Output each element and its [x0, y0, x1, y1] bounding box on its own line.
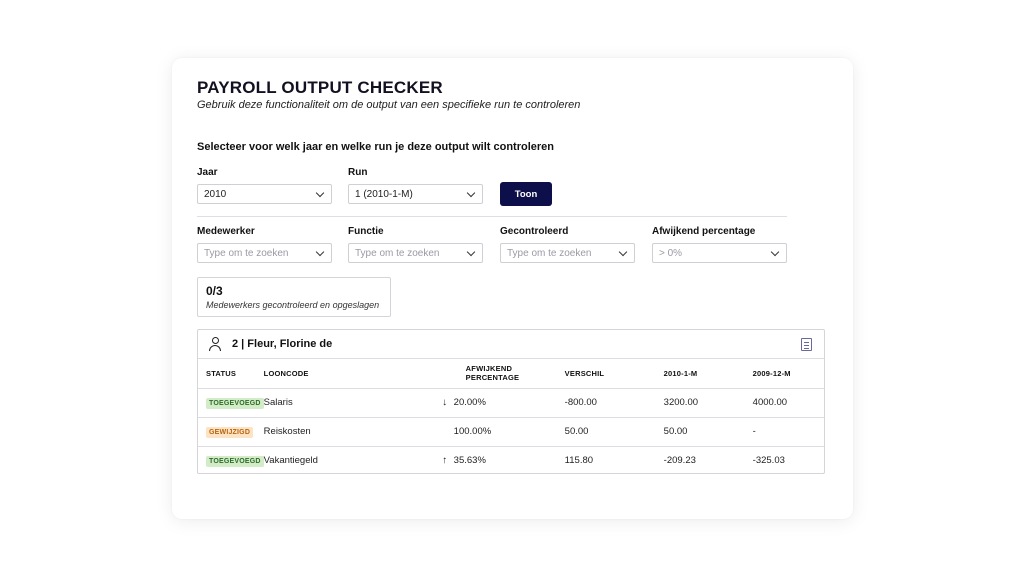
employee-filter-select[interactable]: Type om te zoeken	[197, 243, 332, 263]
chevron-down-icon	[466, 247, 476, 256]
status-cell: TOEGEVOEGD	[198, 446, 264, 475]
table-header-row: STATUS LOONCODE AFWIJKEND PERCENTAGE VER…	[198, 359, 824, 389]
run-label: Run	[348, 167, 368, 178]
deviation-filter-label: Afwijkend percentage	[652, 226, 756, 237]
current-cell: 50.00	[663, 417, 753, 447]
column-code: LOONCODE	[263, 359, 440, 389]
function-filter-label: Functie	[348, 226, 384, 237]
chevron-down-icon	[315, 247, 325, 256]
payroll-table: STATUS LOONCODE AFWIJKEND PERCENTAGE VER…	[198, 359, 824, 475]
status-badge: GEWIJZIGD	[206, 426, 254, 438]
percentage-cell: ↑ 35.63%	[440, 446, 565, 475]
checked-filter-placeholder: Type om te zoeken	[507, 247, 592, 259]
current-cell: -209.23	[663, 455, 696, 467]
page-title: PAYROLL OUTPUT CHECKER	[197, 78, 443, 97]
checked-filter-select[interactable]: Type om te zoeken	[500, 243, 635, 263]
payroll-card: PAYROLL OUTPUT CHECKER Gebruik deze func…	[172, 58, 853, 519]
counter-description: Medewerkers gecontroleerd en opgeslagen	[206, 300, 380, 310]
function-filter-select[interactable]: Type om te zoeken	[348, 243, 483, 263]
status-badge: TOEGEVOEGD	[206, 455, 264, 467]
column-percentage: AFWIJKEND PERCENTAGE	[439, 359, 565, 389]
table-row[interactable]: TOEGEVOEGD Vakantiegeld ↑ 35.63% 115.80 -209.…	[198, 446, 824, 475]
checked-counter: 0/3 Medewerkers gecontroleerd en opgesla…	[197, 277, 391, 317]
employee-card: 2 | Fleur, Florine de STATUS LOONCODE AF…	[197, 329, 825, 474]
chevron-down-icon	[770, 247, 780, 256]
year-value: 2010	[204, 188, 227, 200]
percentage-value: 20.00%	[453, 397, 486, 408]
status-cell: GEWIJZIGD	[198, 417, 264, 447]
checked-filter-label: Gecontroleerd	[500, 226, 569, 237]
employee-filter-placeholder: Type om te zoeken	[204, 247, 289, 259]
previous-cell: -	[752, 417, 824, 447]
table-row[interactable]: GEWIJZIGD Reiskosten 100.00% 50.00 50.00-	[198, 417, 824, 447]
current-cell: 3200.00	[663, 388, 753, 418]
deviation-filter-select[interactable]: > 0%	[652, 243, 787, 263]
show-button[interactable]: Toon	[500, 182, 552, 206]
document-icon[interactable]	[801, 338, 812, 351]
year-label: Jaar	[197, 167, 218, 178]
run-select[interactable]: 1 (2010-1-M)	[348, 184, 483, 204]
previous-cell: -325.03	[752, 455, 785, 467]
employee-filter-label: Medewerker	[197, 226, 255, 237]
column-previous: 2009-12-M	[752, 359, 824, 389]
percentage-value: 35.63%	[453, 455, 486, 467]
percentage-cell: ↓ 20.00%	[439, 388, 565, 418]
counter-value: 0/3	[206, 284, 223, 298]
employee-name: 2 | Fleur, Florine de	[232, 338, 333, 350]
status-cell: TOEGEVOEGD	[198, 388, 264, 418]
difference-cell: 115.80	[564, 455, 594, 467]
year-select[interactable]: 2010	[197, 184, 332, 204]
chevron-down-icon	[315, 188, 325, 197]
run-value: 1 (2010-1-M)	[355, 188, 413, 200]
user-icon	[208, 337, 222, 351]
arrow-up-icon: ↑	[442, 455, 448, 467]
function-filter-placeholder: Type om te zoeken	[355, 247, 440, 259]
employee-header: 2 | Fleur, Florine de	[198, 330, 824, 359]
difference-cell: -800.00	[564, 388, 664, 418]
column-status: STATUS	[198, 359, 264, 389]
code-cell: Reiskosten	[263, 417, 440, 447]
deviation-filter-value: > 0%	[659, 247, 683, 259]
code-cell: Vakantiegeld	[263, 455, 318, 467]
selection-heading: Selecteer voor welk jaar en welke run je…	[197, 141, 554, 153]
percentage-value: 100.00%	[453, 426, 492, 437]
status-badge: TOEGEVOEGD	[206, 397, 264, 409]
column-difference: VERSCHIL	[564, 359, 664, 389]
divider	[197, 216, 787, 217]
page-subtitle: Gebruik deze functionaliteit om de outpu…	[197, 99, 581, 111]
difference-cell: 50.00	[564, 417, 664, 447]
code-cell: Salaris	[263, 388, 440, 418]
percentage-cell: 100.00%	[439, 417, 565, 447]
chevron-down-icon	[466, 188, 476, 197]
column-current: 2010-1-M	[663, 359, 753, 389]
table-row[interactable]: TOEGEVOEGD Salaris ↓ 20.00% -800.00 3200.00 40…	[198, 388, 824, 418]
arrow-down-icon: ↓	[442, 397, 448, 408]
chevron-down-icon	[618, 247, 628, 256]
previous-cell: 4000.00	[752, 388, 824, 418]
